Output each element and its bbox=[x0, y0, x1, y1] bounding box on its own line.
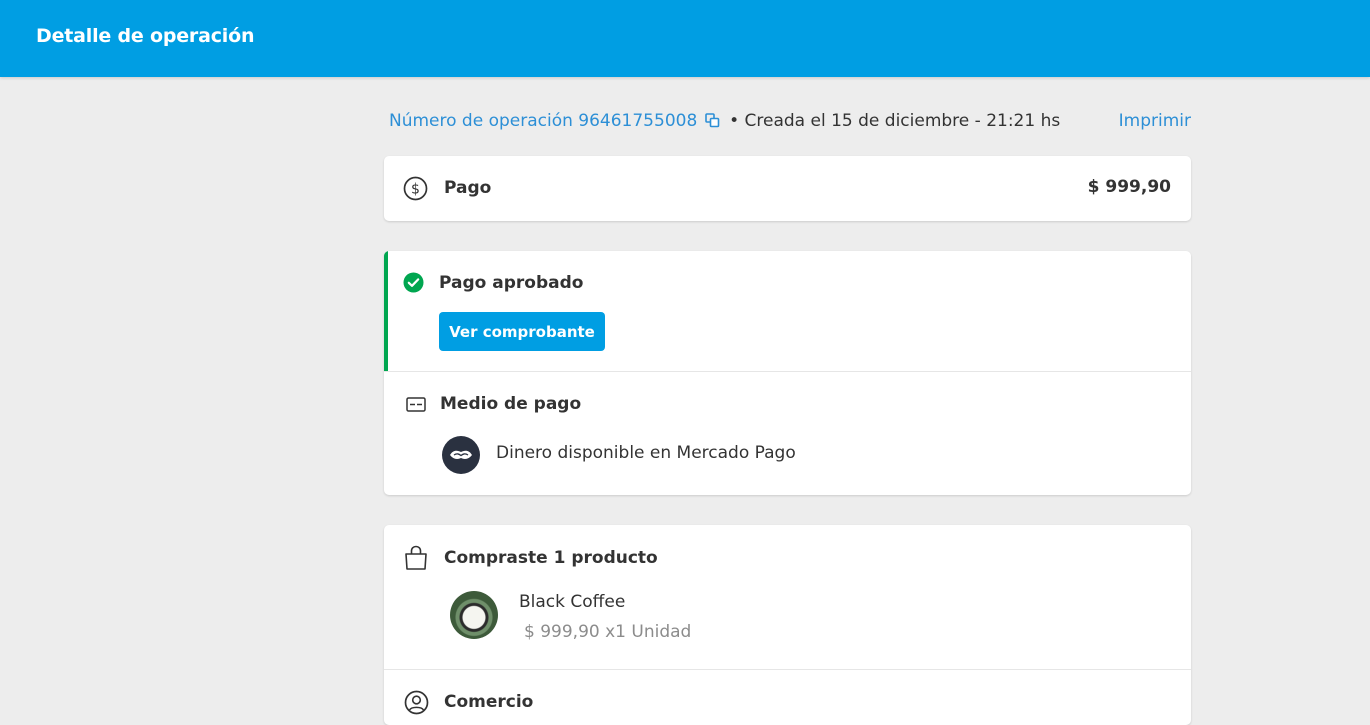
purchase-card: Compraste 1 producto Black Coffee $ 999,… bbox=[384, 525, 1191, 725]
copy-icon[interactable] bbox=[704, 110, 720, 136]
payment-summary-card: $ Pago $ 999,90 bbox=[384, 156, 1191, 221]
status-accent-bar bbox=[384, 251, 388, 371]
check-circle-icon bbox=[403, 272, 424, 297]
product-name: Black Coffee bbox=[519, 592, 626, 612]
shopping-bag-icon bbox=[404, 545, 428, 575]
status-card: Pago aprobado Ver comprobante Medio de p… bbox=[384, 251, 1191, 495]
dollar-circle-icon: $ bbox=[403, 176, 428, 205]
svg-text:$: $ bbox=[411, 182, 420, 198]
payment-label: Pago bbox=[444, 178, 492, 198]
meta-separator: • bbox=[729, 111, 740, 131]
operation-number-link[interactable]: Número de operación 96461755008 bbox=[389, 111, 725, 131]
payment-method-title: Medio de pago bbox=[440, 394, 582, 414]
payment-amount: $ 999,90 bbox=[1087, 177, 1171, 197]
mercado-pago-handshake-icon bbox=[442, 436, 480, 474]
merchant-title: Comercio bbox=[444, 692, 534, 712]
created-date: Creada el 15 de diciembre - 21:21 hs bbox=[744, 111, 1061, 131]
purchase-title: Compraste 1 producto bbox=[444, 548, 658, 568]
purchase-divider bbox=[384, 669, 1191, 670]
status-divider bbox=[384, 371, 1191, 372]
operation-meta-row: Número de operación 96461755008 • Creada… bbox=[389, 108, 1191, 134]
product-price-detail: $ 999,90 x1 Unidad bbox=[524, 622, 692, 642]
product-image bbox=[450, 591, 498, 639]
card-icon bbox=[406, 397, 426, 416]
page-title: Detalle de operación bbox=[36, 25, 255, 47]
payment-method-name: Dinero disponible en Mercado Pago bbox=[496, 443, 796, 463]
view-receipt-button[interactable]: Ver comprobante bbox=[439, 312, 605, 351]
top-header: Detalle de operación bbox=[0, 0, 1370, 77]
operation-number-text: Número de operación 96461755008 bbox=[389, 111, 698, 131]
status-label: Pago aprobado bbox=[439, 273, 584, 293]
print-link[interactable]: Imprimir bbox=[1119, 108, 1191, 134]
